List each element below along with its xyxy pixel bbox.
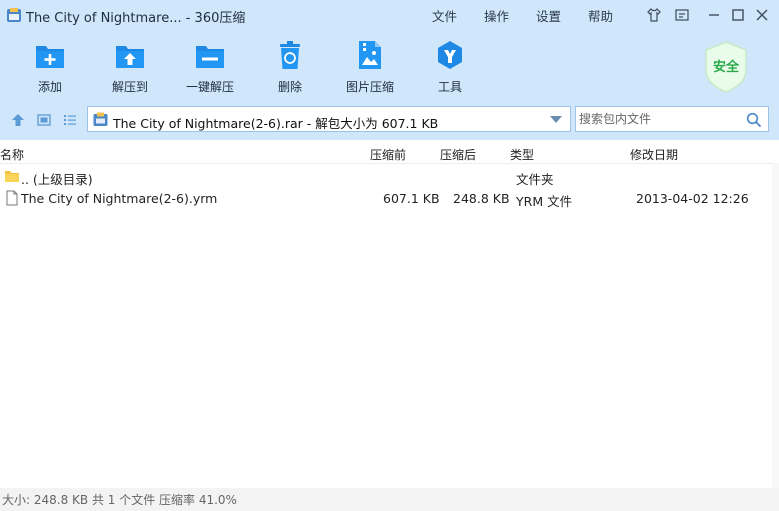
delete-button[interactable]: 删除 <box>252 36 328 98</box>
search-box <box>575 106 769 132</box>
file-type: 文件夹 <box>516 172 554 187</box>
security-badge[interactable]: 安全 <box>703 40 749 94</box>
one-click-extract-label: 一键解压 <box>185 80 234 94</box>
list-item-parent-folder[interactable]: .. (上级目录) 文件夹 <box>0 165 770 187</box>
shirt-icon <box>647 8 661 22</box>
feedback-button[interactable] <box>672 5 692 25</box>
column-type[interactable]: 类型 <box>510 146 534 163</box>
minimize-button[interactable] <box>704 5 724 25</box>
address-row: The City of Nightmare(2-6).rar - 解包大小为 6… <box>0 100 779 140</box>
column-header-row: 名称 压缩前 压缩后 类型 修改日期 <box>0 141 779 164</box>
column-original-size[interactable]: 压缩前 <box>370 146 406 163</box>
message-icon <box>675 9 689 21</box>
menu-help[interactable]: 帮助 <box>588 6 613 25</box>
file-type: YRM 文件 <box>516 194 573 209</box>
dropdown-arrow-icon[interactable] <box>550 116 562 123</box>
tools-label: 工具 <box>437 80 462 94</box>
thumbnail-view-icon[interactable] <box>37 113 51 127</box>
tools-icon <box>438 41 462 69</box>
extract-to-icon <box>116 46 144 68</box>
file-original-size: 607.1 KB <box>383 191 440 206</box>
tools-button[interactable]: 工具 <box>412 36 488 98</box>
add-button[interactable]: 添加 <box>12 36 88 98</box>
status-text: 大小: 248.8 KB 共 1 个文件 压缩率 41.0% <box>2 493 237 507</box>
close-button[interactable] <box>752 5 772 25</box>
file-name: The City of Nightmare(2-6).yrm <box>21 191 218 206</box>
one-click-extract-button[interactable]: 一键解压 <box>172 36 248 98</box>
archive-icon <box>93 112 108 126</box>
up-arrow-icon[interactable] <box>11 113 25 127</box>
one-click-extract-icon <box>196 46 224 68</box>
search-icon[interactable] <box>746 112 762 128</box>
skin-button[interactable] <box>644 5 664 25</box>
address-path: The City of Nightmare(2-6).rar - 解包大小为 6… <box>113 116 439 131</box>
menu-operation[interactable]: 操作 <box>484 6 509 25</box>
extract-to-label: 解压到 <box>111 80 148 94</box>
image-compress-icon <box>359 41 381 69</box>
image-compress-button[interactable]: 图片压缩 <box>332 36 408 98</box>
file-compressed-size: 248.8 KB <box>453 191 510 206</box>
security-label: 安全 <box>712 60 739 75</box>
folder-icon <box>5 171 19 182</box>
window-title: The City of Nightmare... - 360压缩 <box>26 11 246 26</box>
file-modified: 2013-04-02 12:26 <box>636 191 749 206</box>
delete-label: 删除 <box>277 80 302 94</box>
maximize-icon <box>732 9 744 21</box>
status-bar: 大小: 248.8 KB 共 1 个文件 压缩率 41.0% <box>0 488 779 511</box>
maximize-button[interactable] <box>728 5 748 25</box>
list-item-file[interactable]: The City of Nightmare(2-6).yrm 607.1 KB … <box>0 187 770 209</box>
search-input[interactable] <box>579 110 739 128</box>
minimize-icon <box>709 14 719 16</box>
vertical-scrollbar[interactable] <box>772 163 779 488</box>
file-name: .. (上级目录) <box>21 172 93 187</box>
column-name[interactable]: 名称 <box>0 146 24 163</box>
column-compressed-size[interactable]: 压缩后 <box>440 146 476 163</box>
menu-file[interactable]: 文件 <box>432 6 457 25</box>
toolbar: 添加 解压到 一键解压 删除 图片压缩 工具 <box>0 30 779 100</box>
add-label: 添加 <box>37 80 62 94</box>
close-icon <box>756 9 768 21</box>
app-logo-icon <box>7 8 21 22</box>
menu-settings[interactable]: 设置 <box>536 6 561 25</box>
address-bar[interactable]: The City of Nightmare(2-6).rar - 解包大小为 6… <box>87 106 571 132</box>
list-view-icon[interactable] <box>63 113 77 127</box>
extract-to-button[interactable]: 解压到 <box>92 36 168 98</box>
add-icon <box>36 46 64 68</box>
file-icon <box>6 190 18 206</box>
delete-icon <box>280 41 300 69</box>
column-modified[interactable]: 修改日期 <box>630 146 678 163</box>
image-compress-label: 图片压缩 <box>345 80 394 94</box>
title-bar: The City of Nightmare... - 360压缩 文件 操作 设… <box>0 0 779 30</box>
